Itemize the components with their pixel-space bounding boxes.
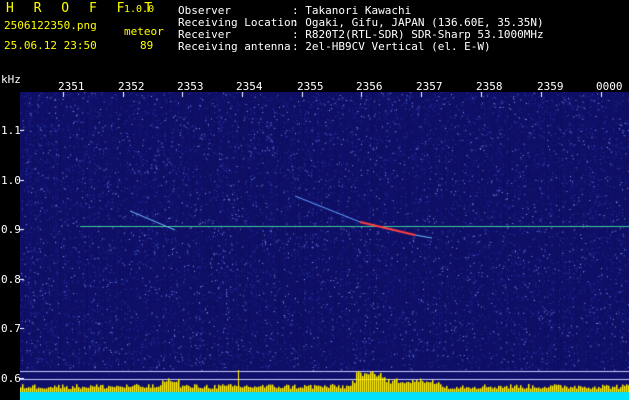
datetime-label: 25.06.12 23:50 bbox=[4, 39, 97, 52]
category-label: meteor bbox=[124, 25, 164, 38]
y-tick: 0.6 bbox=[1, 372, 21, 385]
antenna-label: Receiving antenna bbox=[178, 40, 291, 53]
antenna-value: : 2el-HB9CV Vertical (el. E-W) bbox=[292, 40, 491, 53]
count-label: 89 bbox=[140, 39, 154, 52]
y-unit-label: kHz bbox=[1, 73, 21, 86]
y-tick: 0.7 bbox=[1, 322, 21, 335]
y-tick: 1.0 bbox=[1, 174, 21, 187]
app-version: 1.0.0 bbox=[124, 4, 155, 15]
file-name: 2506122350.png bbox=[4, 19, 97, 32]
y-tick: 0.8 bbox=[1, 273, 21, 286]
spectrogram-canvas bbox=[20, 92, 629, 400]
y-tick: 0.9 bbox=[1, 223, 21, 236]
y-tick: 1.1 bbox=[1, 124, 21, 137]
